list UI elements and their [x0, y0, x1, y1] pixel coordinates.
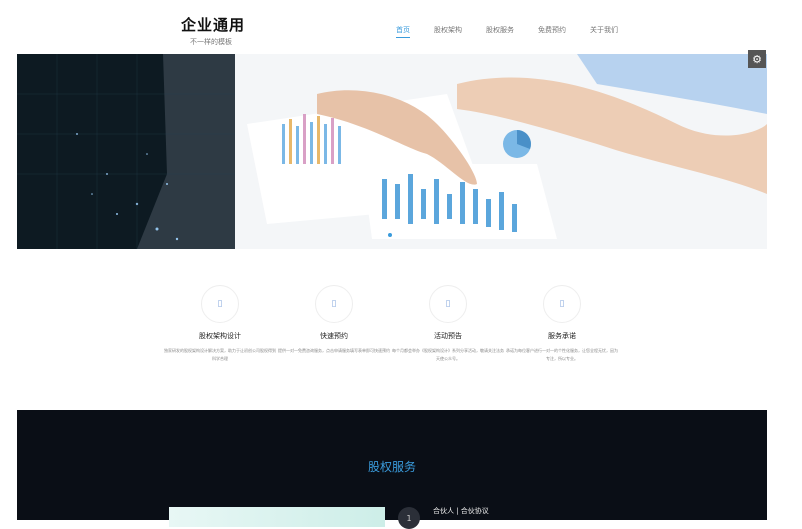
feature-title: 服务承诺 — [548, 332, 576, 340]
feature-title: 股权架构设计 — [199, 332, 241, 340]
nav-item-home[interactable]: 首页 — [396, 25, 410, 38]
feature-item: ▯ 股权架构设计 独家研发的股权架构设计解决方案，助力于让初创公司股权得到科学合… — [160, 285, 280, 363]
booking-icon: ▯ — [315, 285, 353, 323]
feature-item: ▯ 快速预约 提供一对一免费咨询服务，点击申请服务填写表单即可快速预约 — [274, 285, 394, 355]
feature-item: ▯ 服务承诺 承诺为每位客户进行一对一的个性化服务，让您全程无忧，因为专注，所以… — [502, 285, 622, 363]
logo-title[interactable]: 企业通用 — [181, 14, 245, 35]
header: 企业通用 不一样的模板 首页 股权架构 股权服务 免费预约 关于我们 — [0, 0, 802, 54]
service-thumbnail[interactable] — [169, 507, 385, 527]
feature-desc: 提供一对一免费咨询服务，点击申请服务填写表单即可快速预约 — [278, 348, 390, 353]
carousel-dot-active[interactable] — [388, 233, 392, 237]
settings-button[interactable]: ⚙ — [748, 50, 766, 68]
event-icon: ▯ — [429, 285, 467, 323]
features-section: ▯ 股权架构设计 独家研发的股权架构设计解决方案，助力于让初创公司股权得到科学合… — [160, 285, 620, 375]
design-icon: ▯ — [201, 285, 239, 323]
logo-tagline: 不一样的模板 — [190, 38, 232, 46]
nav-item-free-booking[interactable]: 免费预约 — [538, 25, 566, 35]
nav-item-equity-structure[interactable]: 股权架构 — [434, 25, 462, 35]
section-title: 股权服务 — [367, 460, 416, 474]
feature-desc: 每个月都会举办《股权架构设计》系列分享活动，敬请关注法务天使公众号。 — [392, 348, 504, 361]
hero-banner[interactable] — [17, 54, 767, 249]
hero-image — [17, 54, 767, 249]
gear-icon: ⚙ — [752, 52, 762, 66]
feature-title: 快速预约 — [320, 332, 348, 340]
feature-desc: 承诺为每位客户进行一对一的个性化服务，让您全程无忧，因为专注，所以专业。 — [506, 348, 618, 361]
feature-title: 活动预告 — [434, 332, 462, 340]
promise-icon: ▯ — [543, 285, 581, 323]
main-nav: 首页 股权架构 股权服务 免费预约 关于我们 — [396, 25, 642, 38]
feature-item: ▯ 活动预告 每个月都会举办《股权架构设计》系列分享活动，敬请关注法务天使公众号… — [388, 285, 508, 363]
feature-desc: 独家研发的股权架构设计解决方案，助力于让初创公司股权得到科学合理 — [164, 348, 276, 361]
service-item-label[interactable]: 合伙人 | 合伙协议 — [433, 506, 489, 516]
service-number-badge: 1 — [398, 507, 420, 529]
services-section: 股权服务 1 合伙人 | 合伙协议 — [17, 410, 767, 529]
nav-item-about[interactable]: 关于我们 — [590, 25, 618, 35]
nav-item-equity-service[interactable]: 股权服务 — [486, 25, 514, 35]
